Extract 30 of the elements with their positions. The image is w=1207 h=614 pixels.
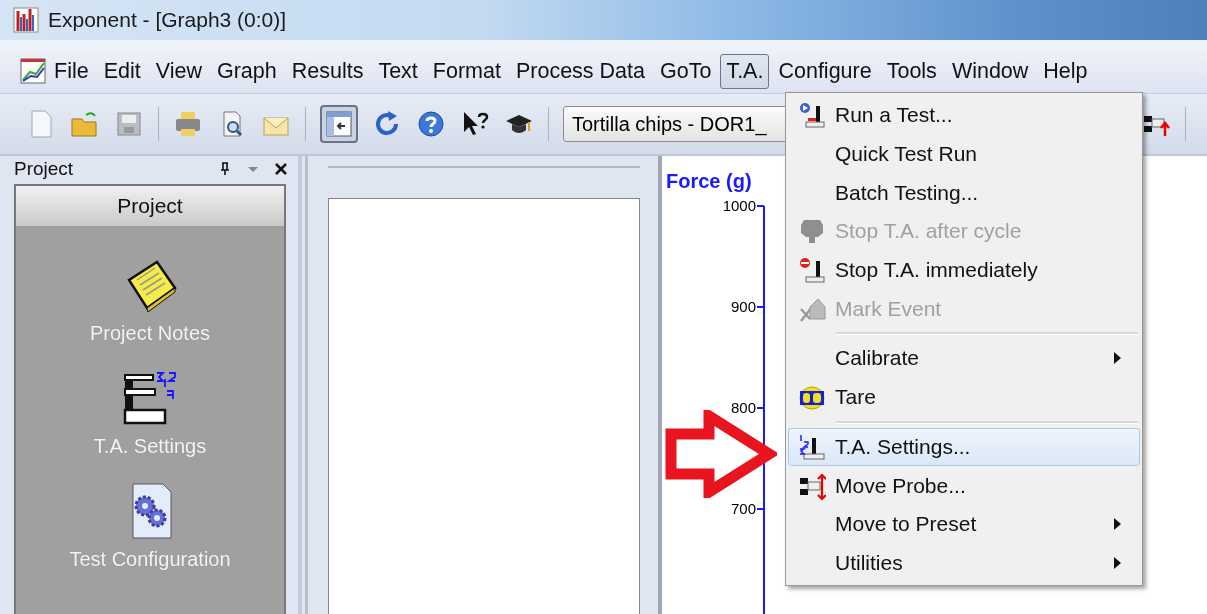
- tick-label: 700: [730, 500, 756, 517]
- menu-item[interactable]: Edit: [97, 53, 147, 89]
- menu-option[interactable]: Move to Preset: [788, 504, 1140, 544]
- menu-item[interactable]: File: [48, 53, 95, 89]
- menu-item[interactable]: Tools: [880, 53, 943, 89]
- tick-label: 900: [730, 298, 756, 315]
- tick-label: 800: [730, 399, 756, 416]
- menu-option[interactable]: Tare: [788, 377, 1140, 417]
- menu-item[interactable]: Graph: [210, 53, 283, 89]
- menu-item[interactable]: GoTo: [654, 53, 718, 89]
- menu-option[interactable]: Batch Testing...: [788, 173, 1140, 213]
- menu-option[interactable]: T.A. Settings...: [788, 427, 1140, 467]
- menu-option[interactable]: Calibrate: [788, 339, 1140, 378]
- panel-header: Project: [16, 186, 284, 226]
- menu-item[interactable]: Help: [1037, 53, 1094, 89]
- panel-title: Project: [14, 158, 75, 180]
- menu-option[interactable]: Move Probe...: [788, 466, 1140, 505]
- window-title: Exponent - [Graph3 (0:0)]: [48, 8, 287, 32]
- menu-option[interactable]: Stop T.A. immediately: [788, 250, 1140, 290]
- menu-item[interactable]: Window: [945, 53, 1035, 89]
- menu-item[interactable]: Text: [372, 53, 424, 89]
- menu-item[interactable]: View: [149, 53, 208, 89]
- menu-item[interactable]: Results: [285, 53, 370, 89]
- menu-item[interactable]: Process Data: [509, 53, 651, 89]
- menu-option[interactable]: Utilities: [788, 543, 1140, 583]
- menu-item[interactable]: Format: [426, 53, 507, 89]
- menu-item[interactable]: Configure: [772, 53, 878, 89]
- tick-label: 1000: [722, 197, 756, 214]
- axis-title: Force (g): [666, 170, 752, 192]
- menu-item[interactable]: T.A.: [720, 53, 770, 89]
